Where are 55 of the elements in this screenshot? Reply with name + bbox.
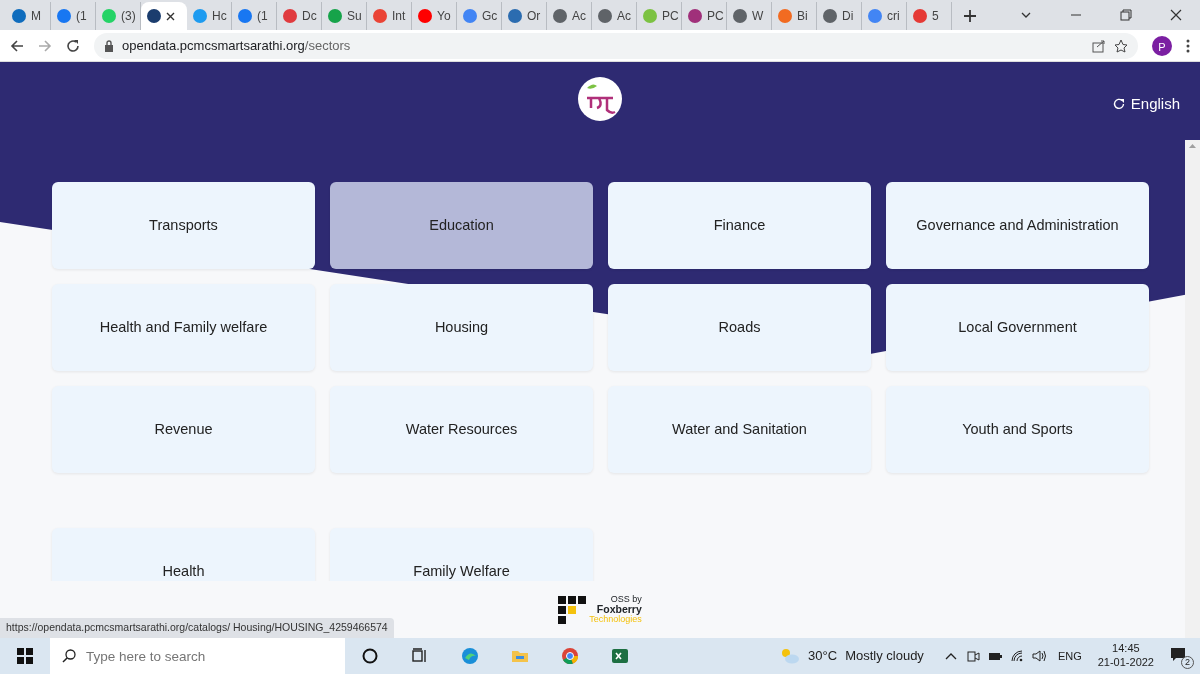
sector-card[interactable]: Local Government: [886, 284, 1149, 371]
notification-button[interactable]: 2: [1170, 645, 1192, 667]
sector-card[interactable]: Finance: [608, 182, 871, 269]
sector-card[interactable]: Transports: [52, 182, 315, 269]
cortana-icon[interactable]: [361, 647, 379, 665]
sector-card[interactable]: Revenue: [52, 386, 315, 473]
sector-card[interactable]: Health and Family welfare: [52, 284, 315, 371]
sector-card[interactable]: Family Welfare: [330, 528, 593, 581]
edge-icon[interactable]: [461, 647, 479, 665]
back-icon[interactable]: [10, 38, 24, 53]
clock-date[interactable]: 21-01-2022: [1097, 656, 1154, 670]
sector-card[interactable]: Water and Sanitation: [608, 386, 871, 473]
volume-icon[interactable]: [1031, 649, 1046, 663]
sector-card[interactable]: Roads: [608, 284, 871, 371]
sector-card[interactable]: Housing: [330, 284, 593, 371]
share-icon[interactable]: [1092, 38, 1106, 53]
sector-card[interactable]: Governance and Administration: [886, 182, 1149, 269]
star-icon[interactable]: [1114, 38, 1128, 53]
sector-card[interactable]: Youth and Sports: [886, 386, 1149, 473]
more-icon[interactable]: [1186, 38, 1190, 53]
new-tab-icon[interactable]: [964, 10, 976, 22]
input-language[interactable]: ENG: [1057, 647, 1082, 665]
sector-card[interactable]: Water Resources: [330, 386, 593, 473]
clock-time[interactable]: 14:45: [1112, 642, 1140, 656]
notification-count: 2: [1181, 656, 1194, 669]
language-button[interactable]: English: [1106, 92, 1186, 117]
refresh-icon: [1112, 98, 1125, 111]
url-text: opendata.pcmcsmartsarathi.org/sectors: [122, 36, 351, 55]
address-bar[interactable]: opendata.pcmcsmartsarathi.org/sectors: [94, 32, 1138, 59]
task-view-icon[interactable]: [411, 647, 429, 665]
cloud-sun-icon: [780, 648, 801, 664]
excel-icon[interactable]: [611, 647, 629, 665]
chrome-icon[interactable]: [561, 647, 579, 665]
lock-icon: [104, 39, 114, 52]
close-icon[interactable]: [1170, 9, 1182, 21]
windows-start-icon[interactable]: [17, 648, 33, 664]
reload-icon[interactable]: [66, 38, 80, 53]
taskbar-search-field[interactable]: Type here to search: [50, 638, 345, 674]
meet-icon[interactable]: [965, 649, 980, 663]
footer-subtitle: Technologies: [589, 614, 642, 624]
profile-avatar[interactable]: P: [1152, 35, 1172, 56]
wifi-icon[interactable]: [1009, 649, 1024, 663]
status-url: https://opendata.pcmcsmartsarathi.org/catalogs/ Housing/HOUSING_4259466574: [0, 618, 394, 638]
close-icon[interactable]: [166, 11, 175, 21]
sector-card[interactable]: Health: [52, 528, 315, 581]
browser-tab[interactable]: [141, 2, 187, 30]
search-icon: [62, 649, 76, 663]
weather-widget[interactable]: 30°C Mostly cloudy: [780, 646, 924, 666]
chat-icon: [1170, 646, 1186, 663]
logo-squares-icon: [558, 595, 587, 624]
logo[interactable]: [577, 76, 623, 122]
sector-card[interactable]: Education: [330, 182, 593, 269]
footer-text: OSS by: [610, 595, 642, 605]
restore-icon[interactable]: [1120, 9, 1132, 21]
footer-brand: Foxberry: [596, 604, 642, 615]
